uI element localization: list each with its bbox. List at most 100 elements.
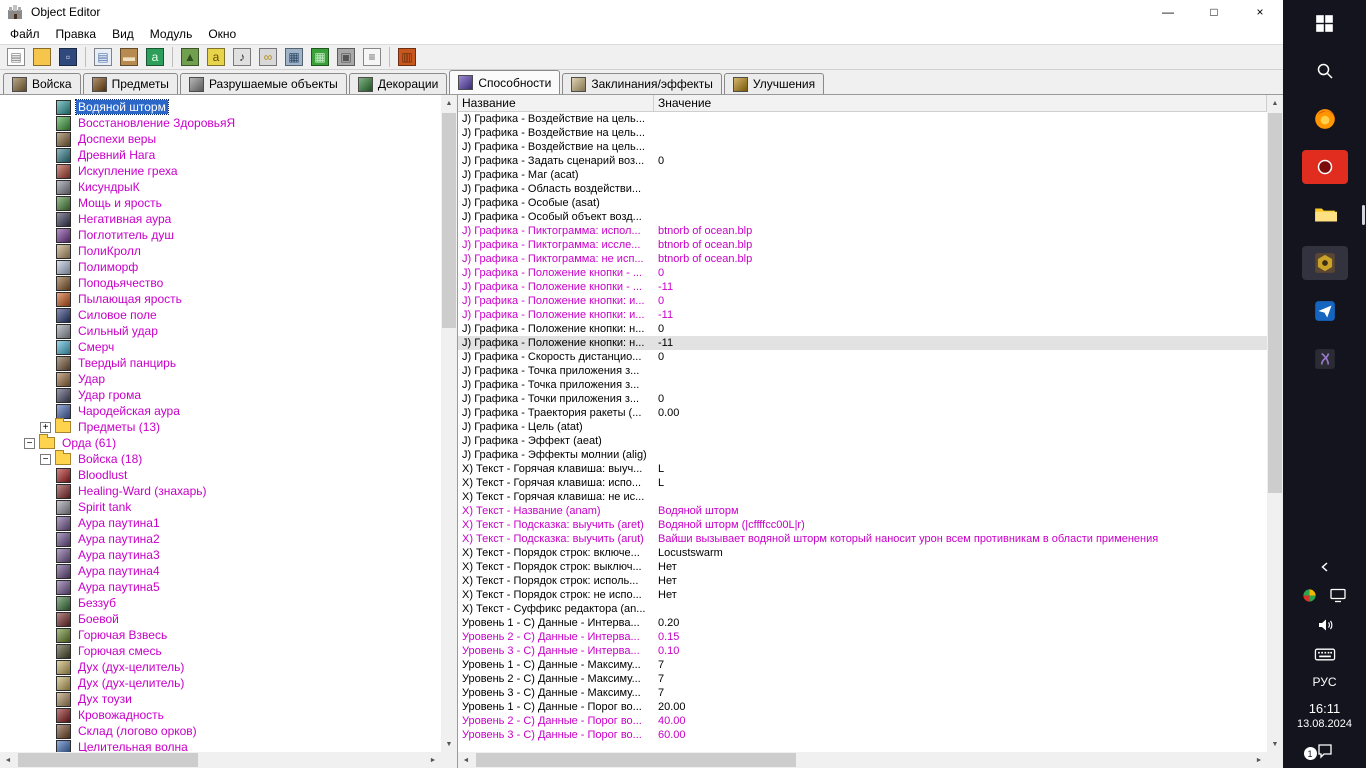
tree-item[interactable]: Силовое поле [0,307,441,323]
toolbar-copy-button[interactable]: ▤ [90,46,116,68]
table-row[interactable]: X) Текст - Название (anam) Водяной шторм [458,504,1267,518]
toolbar-paste-special-button[interactable]: a [142,46,168,68]
table-vertical-scrollbar[interactable]: ▲ ▼ [1267,95,1283,752]
table-row[interactable]: J) Графика - Эффекты молнии (alig) [458,448,1267,462]
tree-item[interactable]: Полиморф [0,259,441,275]
table-row[interactable]: Уровень 3 - С) Данные - Интерва... 0.10 [458,644,1267,658]
table-row[interactable]: X) Текст - Горячая клавиша: выуч... L [458,462,1267,476]
tree-item[interactable]: Поглотитель душ [0,227,441,243]
tree-item[interactable]: Доспехи веры [0,131,441,147]
menu-file[interactable]: Файл [2,25,48,43]
tree-horizontal-scrollbar[interactable]: ◄ ► [0,752,441,768]
toolbar-open-folder-button[interactable] [29,46,55,68]
table-row[interactable]: J) Графика - Эффект (aeat) [458,434,1267,448]
table-row[interactable]: J) Графика - Пиктограмма: иссле... btnorb… [458,238,1267,252]
table-row[interactable]: Уровень 1 - С) Данные - Интерва... 0.20 [458,616,1267,630]
table-row[interactable]: J) Графика - Положение кнопки: и... -11 [458,308,1267,322]
table-row[interactable]: J) Графика - Воздействие на цель... [458,140,1267,154]
tree-item[interactable]: Пылающая ярость [0,291,441,307]
toolbar-save-button[interactable]: ▫ [55,46,81,68]
tab-abilities[interactable]: Способности [449,70,561,94]
tree-item[interactable]: Spirit tank [0,499,441,515]
tree-item[interactable]: Аура паутина2 [0,531,441,547]
tree-item[interactable]: Целительная волна [0,739,441,752]
menu-edit[interactable]: Правка [48,25,105,43]
scroll-left-button[interactable]: ◄ [458,752,474,768]
scroll-thumb[interactable] [1268,113,1282,493]
toolbar-object-manager-button[interactable]: ▣ [333,46,359,68]
table-row[interactable]: J) Графика - Маг (acat) [458,168,1267,182]
scroll-up-button[interactable]: ▲ [1267,95,1283,111]
tree-item[interactable]: Дух (дух-целитель) [0,659,441,675]
tree-vertical-scrollbar[interactable]: ▲ ▼ [441,95,457,752]
table-row[interactable]: X) Текст - Суффикс редактора (an... [458,602,1267,616]
tree-item[interactable]: Аура паутина4 [0,563,441,579]
table-row[interactable]: J) Графика - Область воздействи... [458,182,1267,196]
tab-destructibles[interactable]: Разрушаемые объекты [179,73,347,94]
table-row[interactable]: J) Графика - Положение кнопки: и... 0 [458,294,1267,308]
tree-item[interactable]: Чародейская аура [0,403,441,419]
table-row[interactable]: X) Текст - Порядок строк: исполь... Нет [458,574,1267,588]
table-row[interactable]: J) Графика - Точки приложения з... 0 [458,392,1267,406]
table-row[interactable]: J) Графика - Воздействие на цель... [458,112,1267,126]
table-row[interactable]: X) Текст - Подсказка: выучить (aret) Водя… [458,518,1267,532]
tree-item[interactable]: Удар грома [0,387,441,403]
tree-item[interactable]: Водяной шторм [0,99,441,115]
scroll-right-button[interactable]: ► [425,752,441,768]
clock[interactable]: 16:11 13.08.2024 [1297,701,1352,730]
table-row[interactable]: Уровень 1 - С) Данные - Порог во... 20.00 [458,700,1267,714]
toolbar-paste-button[interactable]: ▬ [116,46,142,68]
tree-item[interactable]: ПолиКролл [0,243,441,259]
table-row[interactable]: X) Текст - Порядок строк: не испо... Нет [458,588,1267,602]
table-row[interactable]: X) Текст - Горячая клавиша: испо... L [458,476,1267,490]
scroll-up-button[interactable]: ▲ [441,95,457,111]
dark-app-button[interactable] [1302,342,1348,376]
blue-app-button[interactable] [1302,294,1348,328]
table-row[interactable]: Уровень 3 - С) Данные - Максиму... 7 [458,686,1267,700]
maximize-button[interactable]: □ [1191,0,1237,24]
toolbar-import-manager-button[interactable]: ≡ [359,46,385,68]
table-row[interactable]: J) Графика - Положение кнопки - ... -11 [458,280,1267,294]
red-app-button[interactable] [1301,150,1348,184]
toolbar-new-document-button[interactable]: ▤ [3,46,29,68]
toolbar-calculator-button[interactable]: ▦ [281,46,307,68]
tree-item[interactable]: Беззуб [0,595,441,611]
scroll-down-button[interactable]: ▼ [1267,736,1283,752]
table-row[interactable]: J) Графика - Точка приложения з... [458,364,1267,378]
tab-doodads[interactable]: Декорации [348,73,448,94]
table-row[interactable]: J) Графика - Скорость дистанцио... 0 [458,350,1267,364]
minimize-button[interactable]: — [1145,0,1191,24]
wc3-editor-button[interactable] [1301,246,1348,280]
tree-item[interactable]: Удар [0,371,441,387]
table-row[interactable]: J) Графика - Воздействие на цель... [458,126,1267,140]
collapse-icon[interactable]: − [24,437,35,449]
table-row[interactable]: J) Графика - Особый объект возд... [458,210,1267,224]
toolbar-script-editor-button[interactable]: a [203,46,229,68]
toolbar-terrain-editor-button[interactable]: ▲ [177,46,203,68]
touch-keyboard-icon[interactable] [1314,646,1336,663]
tree-item[interactable]: Склад (логово орков) [0,723,441,739]
action-center-button[interactable]: 1 [1303,742,1334,760]
tree-item[interactable]: Дух тоузи [0,691,441,707]
tree-item[interactable]: − Орда (61) [0,434,441,451]
toolbar-object-editor-button[interactable]: ∞ [255,46,281,68]
tray-apps-icon[interactable] [1302,588,1317,603]
tree-item[interactable]: Горючая смесь [0,643,441,659]
scroll-left-button[interactable]: ◄ [0,752,16,768]
table-row[interactable]: Уровень 3 - С) Данные - Порог во... 60.00 [458,728,1267,742]
tree-item[interactable]: Смерч [0,339,441,355]
display-icon[interactable] [1329,586,1347,604]
column-header-value[interactable]: Значение [654,95,1267,111]
tree-item[interactable]: Bloodlust [0,467,441,483]
tree-item[interactable]: Горючая Взвесь [0,627,441,643]
menu-view[interactable]: Вид [104,25,142,43]
chevron-left-icon[interactable] [1318,560,1332,574]
scroll-down-button[interactable]: ▼ [441,736,457,752]
table-row[interactable]: J) Графика - Положение кнопки: н... -11 [458,336,1267,350]
table-row[interactable]: X) Текст - Подсказка: выучить (arut) Вайш… [458,532,1267,546]
tree-item[interactable]: Восстановление ЗдоровьяЯ [0,115,441,131]
tree-item[interactable]: + Предметы (13) [0,418,441,435]
tree-item[interactable]: − Войска (18) [0,450,441,467]
toolbar-sound-editor-button[interactable]: ♪ [229,46,255,68]
scroll-thumb[interactable] [18,753,198,767]
